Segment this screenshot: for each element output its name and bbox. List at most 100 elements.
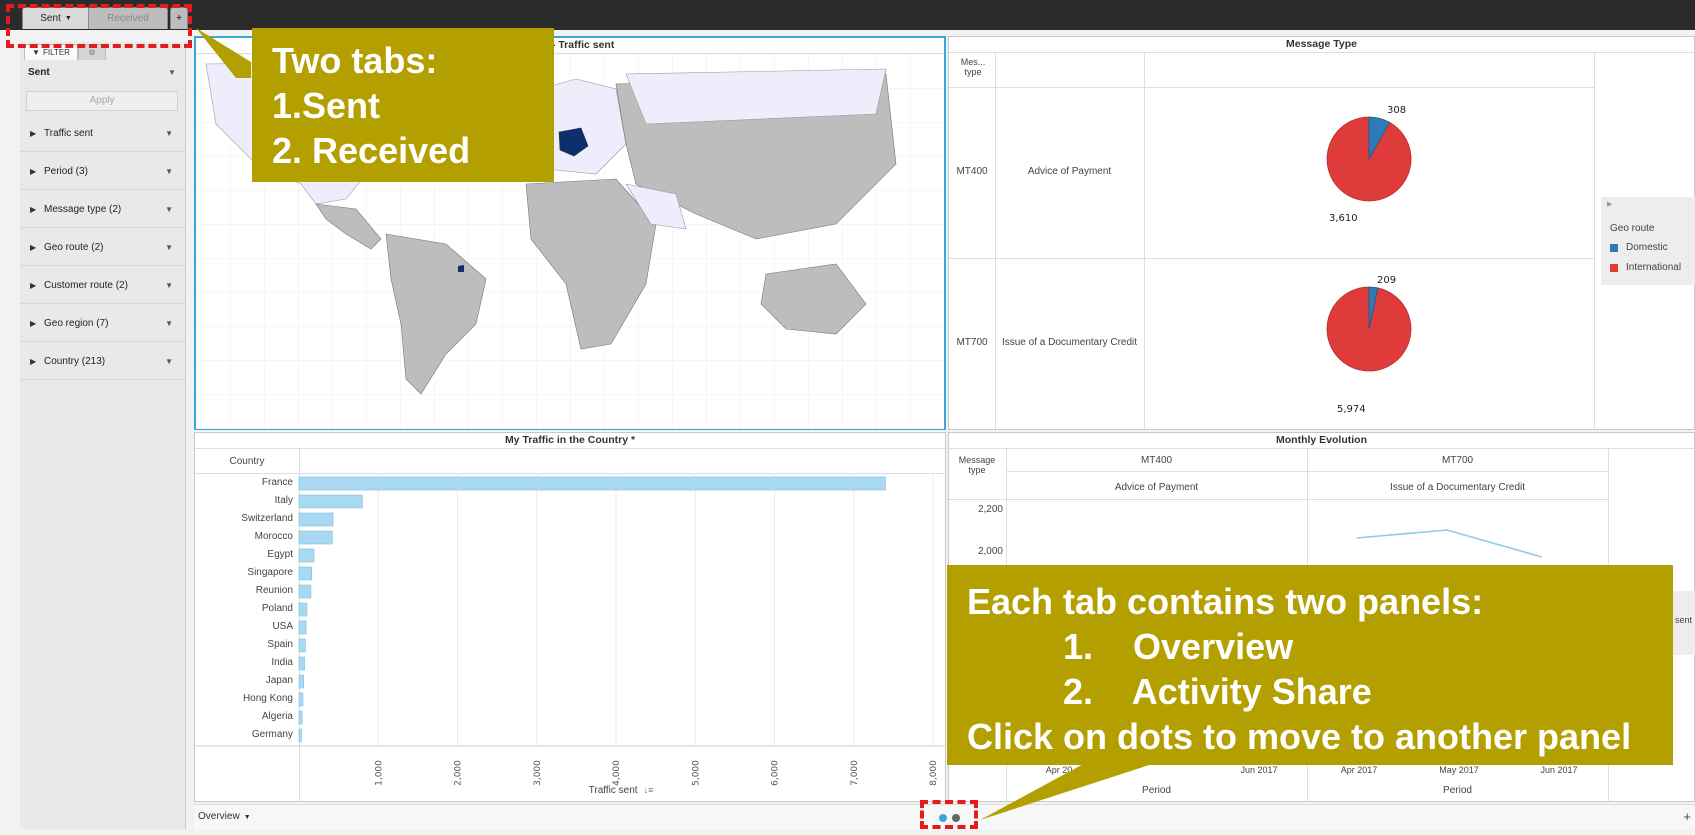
bar-category-label: India <box>271 657 293 668</box>
panels-callout: Each tab contains two panels: 1. Overvie… <box>947 565 1673 765</box>
message-type-panel[interactable]: Message Type Mes... type MT400 Advice of… <box>948 36 1695 430</box>
bar-category-label: Switzerland <box>241 513 293 524</box>
filter-item[interactable]: ▶ Period (3) ▼ <box>20 154 185 190</box>
map-region-french-guiana <box>458 265 464 272</box>
bar-poland[interactable] <box>298 602 308 617</box>
chevron-down-icon[interactable]: ▼ <box>165 357 173 366</box>
international-swatch <box>1610 263 1618 272</box>
bar-category-label: Japan <box>266 675 293 686</box>
bar-singapore[interactable] <box>298 566 312 581</box>
bar-switzerland[interactable] <box>298 512 334 527</box>
chevron-down-icon: ▼ <box>168 67 176 77</box>
chevron-down-icon[interactable]: ▼ <box>165 281 173 290</box>
domestic-swatch <box>1610 243 1618 252</box>
x-tick-label: 4,000 <box>612 760 622 786</box>
bar-india[interactable] <box>298 656 305 671</box>
expand-icon[interactable]: ▶ <box>30 129 44 138</box>
legend-expand-icon[interactable]: ▶ <box>1607 200 1612 208</box>
bar-italy[interactable] <box>298 494 363 509</box>
tabs-callout-line1: Two tabs: <box>272 40 438 81</box>
bar-category-label: Spain <box>267 639 293 650</box>
x-tick-mt700-may: May 2017 <box>1439 765 1479 775</box>
monthly-evolution-title: Monthly Evolution <box>949 433 1694 449</box>
mt400-column-name: Advice of Payment <box>1114 482 1199 493</box>
country-bar-chart: 1,000 2,000 3,000 4,000 5,000 6,000 7,000 8,000… <box>195 473 945 786</box>
filter-item[interactable]: ▶ Country (213) ▼ <box>20 344 185 380</box>
mt400-international-label: 3,610 <box>1329 213 1358 224</box>
chevron-down-icon[interactable]: ▼ <box>165 167 173 176</box>
bar-category-label: Morocco <box>255 531 294 542</box>
x-tick-mt700-jun: Jun 2017 <box>1540 765 1578 775</box>
callout-pointer-panels <box>980 755 1180 820</box>
bar-hong-kong[interactable] <box>298 692 304 707</box>
country-traffic-panel[interactable]: My Traffic in the Country * Country 1,00… <box>194 432 946 802</box>
x-tick-mt700-apr: Apr 2017 <box>1340 765 1378 775</box>
legend-international-label: International <box>1626 262 1682 273</box>
country-col-header: Country <box>229 456 265 467</box>
x-axis-label: Traffic sent ↓≡ <box>299 785 943 796</box>
chevron-down-icon[interactable]: ▼ <box>165 205 173 214</box>
bar-category-label: USA <box>272 621 293 632</box>
expand-icon[interactable]: ▶ <box>30 243 44 252</box>
message-type-header: Mes... type <box>960 57 986 77</box>
filter-item-label: Traffic sent <box>44 128 93 139</box>
mt400-name: Advice of Payment <box>1027 166 1112 177</box>
traffic-direction-value: Sent <box>28 66 50 78</box>
mt400-code: MT400 <box>956 166 988 177</box>
filter-icon: ▼ <box>32 48 40 57</box>
x-axis-label-text: Traffic sent <box>588 785 638 796</box>
expand-icon[interactable]: ▶ <box>30 319 44 328</box>
expand-icon[interactable]: ▶ <box>30 357 44 366</box>
bar-category-label: Italy <box>275 495 293 506</box>
bar-usa[interactable] <box>298 620 307 635</box>
filter-item[interactable]: ▶ Customer route (2) ▼ <box>20 268 185 304</box>
filter-tab-label: FILTER <box>42 48 70 57</box>
filter-item-label: Geo region (7) <box>44 318 109 329</box>
apply-button[interactable]: Apply <box>26 91 178 111</box>
chevron-down-icon[interactable]: ▼ <box>165 129 173 138</box>
chevron-down-icon[interactable]: ▼ <box>165 243 173 252</box>
y-tick-2200: 2,200 <box>977 504 1003 515</box>
bar-morocco[interactable] <box>298 530 333 545</box>
chevron-down-icon[interactable]: ▼ <box>165 319 173 328</box>
filter-item-label: Customer route (2) <box>44 280 128 291</box>
expand-icon[interactable]: ▶ <box>30 281 44 290</box>
filter-item[interactable]: ▶ Traffic sent ▼ <box>20 116 185 152</box>
sort-icon[interactable]: ↓≡ <box>644 785 654 795</box>
y-tick-2000: 2,000 <box>977 546 1003 557</box>
add-panel-button[interactable]: + <box>1683 809 1691 824</box>
message-type-title: Message Type <box>949 37 1694 53</box>
bar-japan[interactable] <box>298 674 305 689</box>
x-tick-label: 5,000 <box>691 760 701 786</box>
traffic-direction-select[interactable]: Sent ▼ <box>28 64 180 80</box>
top-bar <box>0 0 1695 30</box>
filter-item[interactable]: ▶ Geo region (7) ▼ <box>20 306 185 342</box>
expand-icon[interactable]: ▶ <box>30 205 44 214</box>
mt700-column-code: MT700 <box>1441 455 1474 466</box>
bar-egypt[interactable] <box>298 548 315 563</box>
gear-icon: ⚙ <box>88 48 96 57</box>
filter-item-label: Message type (2) <box>44 204 122 215</box>
mt700-domestic-label: 209 <box>1377 275 1396 286</box>
filter-item[interactable]: ▶ Geo route (2) ▼ <box>20 230 185 266</box>
bar-spain[interactable] <box>298 638 306 653</box>
panel-selector[interactable]: Overview ▼ <box>198 811 251 822</box>
legend-domestic[interactable]: Domestic <box>1610 242 1668 253</box>
x-tick-label: 7,000 <box>850 760 860 786</box>
legend-title: Geo route <box>1610 223 1655 234</box>
x-tick-label: 3,000 <box>533 760 543 786</box>
bar-category-label: Singapore <box>247 567 293 578</box>
bar-france[interactable] <box>298 476 886 491</box>
x-tick-label: 2,000 <box>454 760 464 786</box>
bar-germany[interactable] <box>298 728 302 743</box>
bar-category-label: Poland <box>262 603 293 614</box>
filter-item[interactable]: ▶ Message type (2) ▼ <box>20 192 185 228</box>
expand-icon[interactable]: ▶ <box>30 167 44 176</box>
tabs-callout-line2: 1.Sent <box>272 85 381 126</box>
panels-callout-item2: 2. Activity Share <box>1063 671 1372 712</box>
legend-international[interactable]: International <box>1610 262 1681 273</box>
bar-algeria[interactable] <box>298 710 303 725</box>
country-traffic-title: My Traffic in the Country * <box>195 433 945 449</box>
x-tick-label: 6,000 <box>771 760 781 786</box>
bar-reunion[interactable] <box>298 584 312 599</box>
